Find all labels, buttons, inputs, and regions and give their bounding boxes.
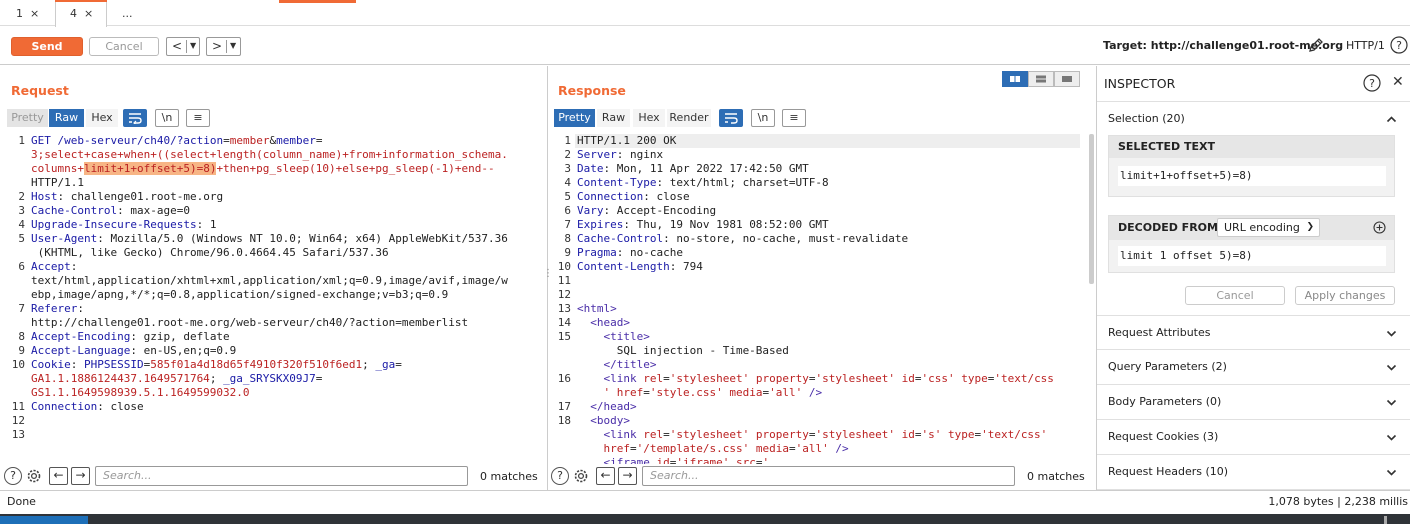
section-label: Request Attributes: [1108, 326, 1211, 339]
section-request-cookies[interactable]: Request Cookies (3): [1097, 420, 1410, 455]
section-label: Body Parameters (0): [1108, 395, 1222, 408]
selected-text-value[interactable]: limit+1+offset+5)=8): [1118, 166, 1386, 186]
response-scrollbar[interactable]: [1089, 134, 1094, 284]
send-button[interactable]: Send: [11, 37, 83, 56]
tab-pretty[interactable]: Pretty: [7, 109, 48, 127]
show-newlines-button[interactable]: \n: [751, 109, 775, 127]
layout-stacked-icon[interactable]: [1028, 71, 1054, 87]
decoded-text-value[interactable]: limit 1 offset 5)=8): [1118, 246, 1386, 266]
next-match-button[interactable]: →: [71, 467, 90, 485]
tab-label: ...: [122, 7, 133, 20]
response-title: Response: [558, 83, 626, 98]
prev-match-button[interactable]: ←: [596, 467, 615, 485]
help-icon[interactable]: ?: [1363, 74, 1381, 92]
response-stats: 1,078 bytes | 2,238 millis: [1268, 495, 1408, 508]
chevron-down-icon[interactable]: [1386, 328, 1397, 339]
tab-pretty[interactable]: Pretty: [554, 109, 595, 127]
selected-text-label: SELECTED TEXT: [1109, 136, 1394, 158]
request-title: Request: [11, 83, 69, 98]
response-editor[interactable]: 1 HTTP/1.1 200 OK 2 Server: nginx 3 Date…: [553, 134, 1081, 464]
help-icon[interactable]: ?: [1390, 36, 1408, 54]
status-bar: Done 1,078 bytes | 2,238 millis: [0, 490, 1410, 514]
request-editor[interactable]: 1 GET /web-serveur/ch40/?action=member&m…: [7, 134, 540, 464]
taskbar-strip: [0, 514, 1410, 524]
cancel-button[interactable]: Cancel: [89, 37, 159, 56]
selected-text-highlight[interactable]: limit+1+offset+5)=8): [83, 162, 217, 175]
menu-icon[interactable]: ≡: [186, 109, 210, 127]
tab-hex[interactable]: Hex: [633, 109, 665, 127]
help-icon[interactable]: ?: [4, 467, 22, 485]
wrap-lines-icon[interactable]: [719, 109, 743, 127]
svg-text:?: ?: [1369, 77, 1375, 90]
section-label: Request Headers (10): [1108, 465, 1229, 478]
wrap-lines-icon[interactable]: [123, 109, 147, 127]
tab-1[interactable]: 1 ×: [10, 0, 54, 26]
tab-4[interactable]: 4 ×: [55, 0, 107, 27]
status-text: Done: [7, 495, 36, 508]
forward-arrow-icon: >: [212, 39, 223, 53]
help-icon[interactable]: ?: [551, 467, 569, 485]
section-body-parameters[interactable]: Body Parameters (0): [1097, 385, 1410, 420]
decoded-from-label: DECODED FROM:: [1118, 221, 1223, 234]
prev-match-button[interactable]: ←: [49, 467, 68, 485]
selection-label: Selection (20): [1108, 112, 1185, 125]
tab-label: 1: [16, 7, 23, 20]
menu-icon[interactable]: ≡: [782, 109, 806, 127]
inspector-title: INSPECTOR: [1104, 76, 1176, 91]
tab-bar: 1 × 4 × ...: [0, 0, 1410, 27]
chevron-down-icon: ❯: [1306, 222, 1314, 232]
close-icon[interactable]: ×: [84, 7, 93, 20]
tab-hex[interactable]: Hex: [86, 109, 118, 127]
gear-icon[interactable]: [572, 467, 590, 485]
next-match-button[interactable]: →: [618, 467, 637, 485]
tab-render[interactable]: Render: [667, 109, 711, 127]
layout-single-icon[interactable]: [1054, 71, 1080, 87]
http-version[interactable]: HTTP/1: [1346, 39, 1385, 52]
layout-split-icon[interactable]: [1002, 71, 1028, 87]
encoding-select[interactable]: URL encoding ❯: [1217, 218, 1320, 237]
edit-target-icon[interactable]: [1307, 36, 1325, 54]
section-request-headers[interactable]: Request Headers (10): [1097, 455, 1410, 490]
response-matches: 0 matches: [1027, 470, 1085, 483]
tab-raw[interactable]: Raw: [49, 109, 84, 127]
close-icon[interactable]: ✕: [1392, 74, 1404, 90]
decoded-from-box: DECODED FROM: URL encoding ❯ limit 1 offs…: [1108, 215, 1395, 273]
inspector-panel: INSPECTOR ? ✕ Selection (20) SELECTED TE…: [1096, 66, 1410, 490]
back-button[interactable]: < ▼: [166, 37, 200, 56]
drag-handle-icon[interactable]: ⋮: [543, 268, 553, 282]
close-icon[interactable]: ×: [30, 7, 39, 20]
chevron-down-icon[interactable]: ▼: [230, 38, 236, 54]
request-search-input[interactable]: Search...: [95, 466, 468, 486]
section-query-parameters[interactable]: Query Parameters (2): [1097, 350, 1410, 385]
request-matches: 0 matches: [480, 470, 538, 483]
active-tool-indicator: [279, 0, 356, 3]
section-request-attributes[interactable]: Request Attributes: [1097, 315, 1410, 350]
chevron-down-icon[interactable]: [1386, 432, 1397, 443]
tab-label: 4: [70, 7, 77, 20]
selection-section[interactable]: Selection (20): [1097, 101, 1410, 136]
apply-changes-button[interactable]: Apply changes: [1295, 286, 1395, 305]
show-newlines-button[interactable]: \n: [155, 109, 179, 127]
layout-toggles: [1002, 71, 1081, 87]
chevron-down-icon[interactable]: [1386, 362, 1397, 373]
chevron-up-icon[interactable]: [1386, 114, 1397, 125]
back-arrow-icon: <: [172, 39, 183, 53]
response-search-input[interactable]: Search...: [642, 466, 1015, 486]
svg-text:?: ?: [1396, 39, 1402, 52]
inspector-cancel-button[interactable]: Cancel: [1185, 286, 1285, 305]
chevron-down-icon[interactable]: ▼: [190, 38, 196, 54]
selected-text-box: SELECTED TEXT limit+1+offset+5)=8): [1108, 135, 1395, 197]
section-label: Query Parameters (2): [1108, 360, 1227, 373]
gear-icon[interactable]: [25, 467, 43, 485]
toolbar: Send Cancel < ▼ > ▼ Target: http://challen…: [0, 27, 1410, 65]
forward-button[interactable]: > ▼: [206, 37, 241, 56]
section-label: Request Cookies (3): [1108, 430, 1219, 443]
chevron-down-icon[interactable]: [1386, 467, 1397, 478]
tab-raw[interactable]: Raw: [597, 109, 630, 127]
tab-more[interactable]: ...: [108, 0, 148, 26]
chevron-down-icon[interactable]: [1386, 397, 1397, 408]
add-icon[interactable]: [1373, 221, 1386, 234]
